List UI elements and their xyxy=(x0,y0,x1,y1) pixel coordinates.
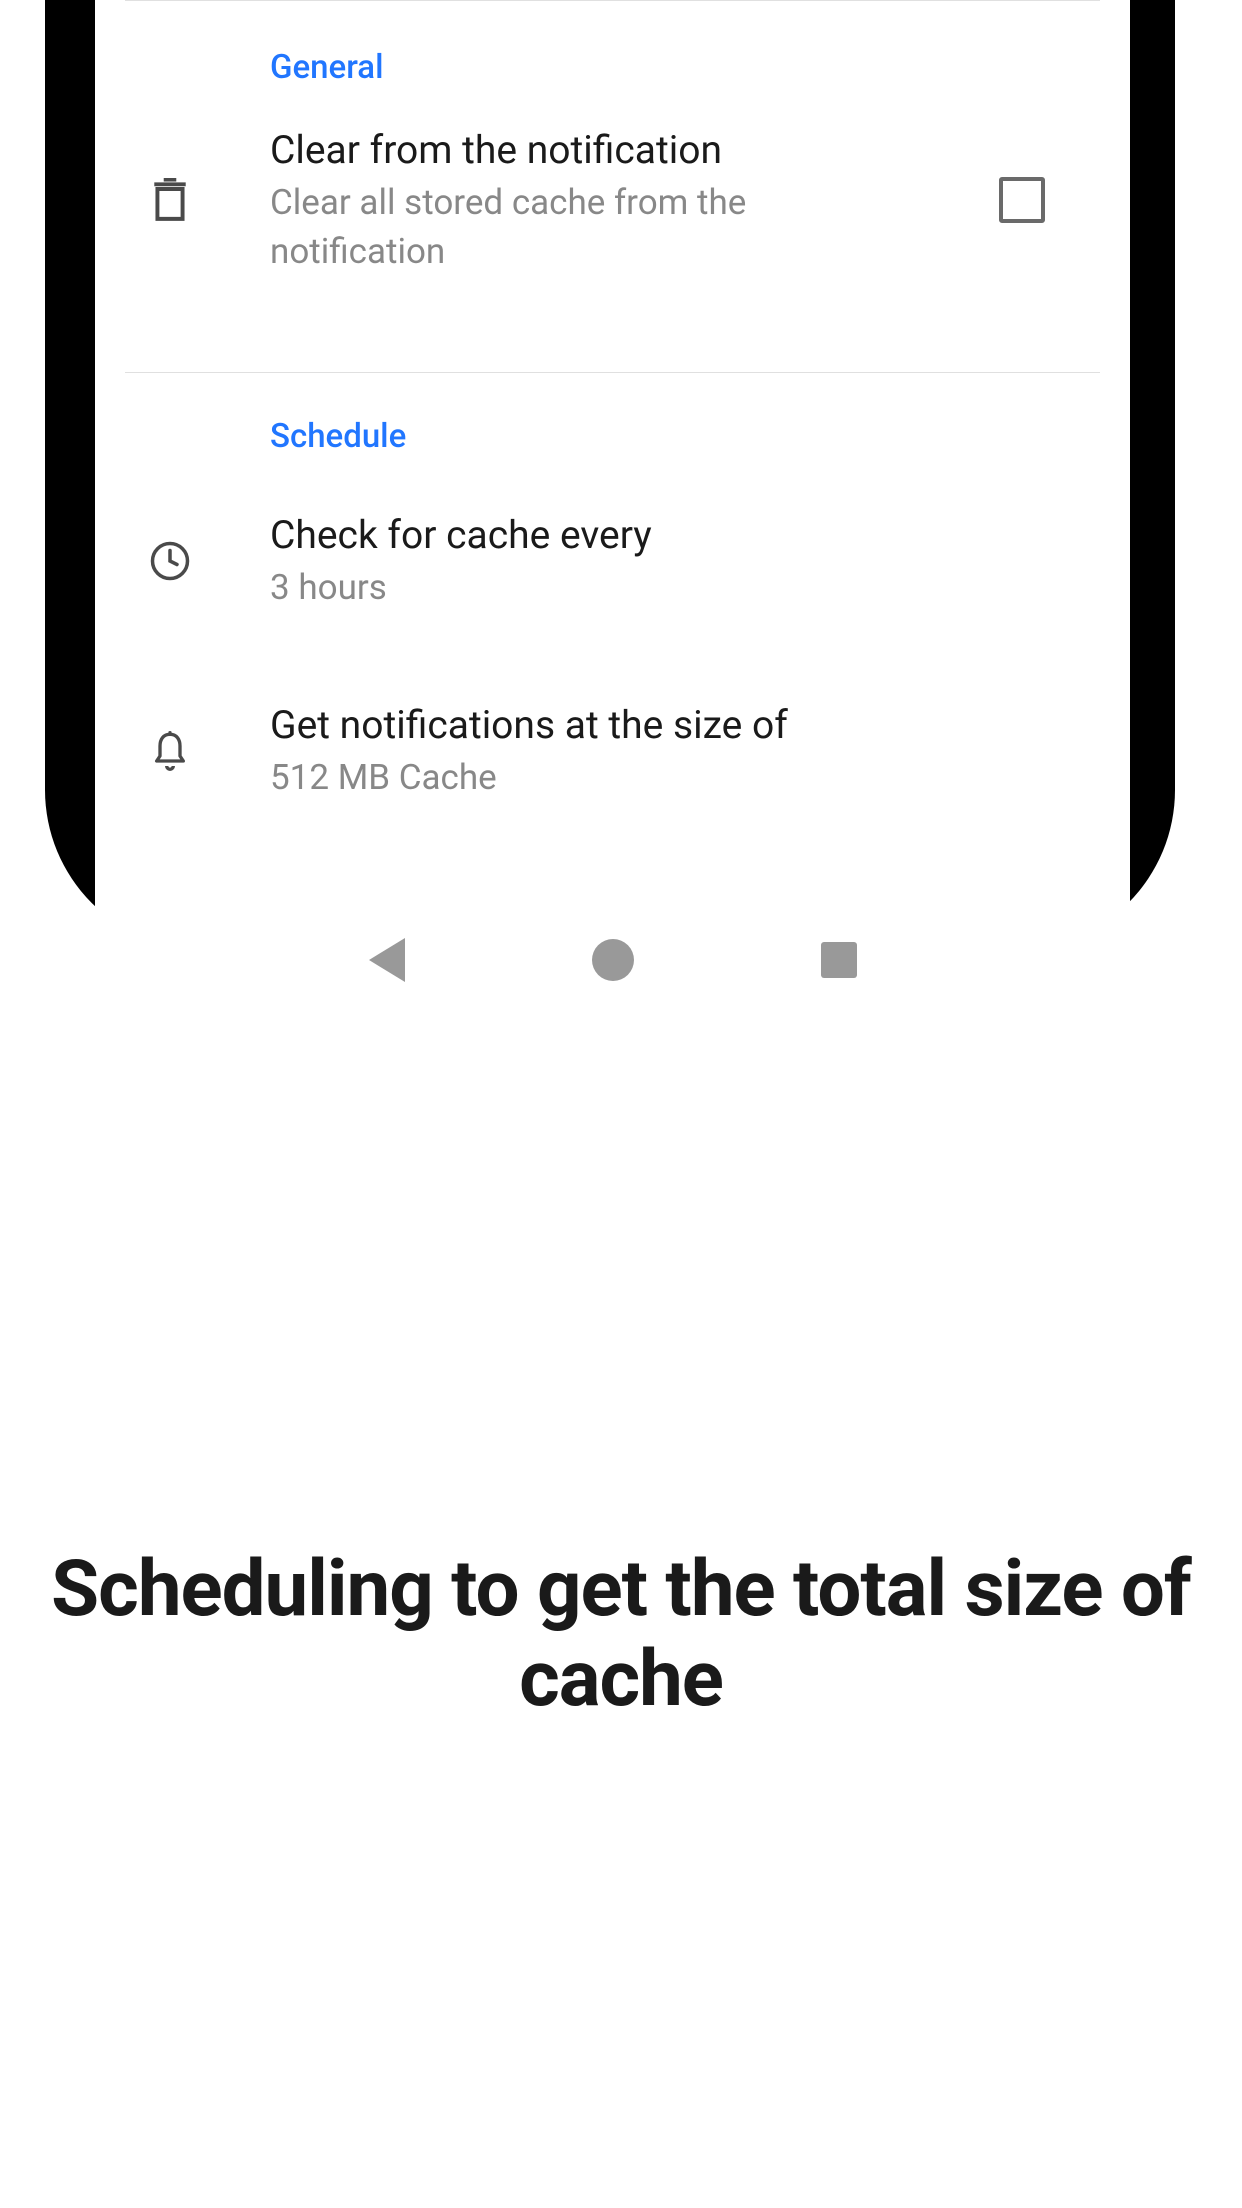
checkbox-clear-notification[interactable] xyxy=(999,177,1045,223)
setting-subtitle: Clear all stored cache from the notifica… xyxy=(270,178,770,276)
setting-check-cache[interactable]: Check for cache every 3 hours xyxy=(145,510,1085,612)
navigation-bar xyxy=(95,920,1130,1000)
nav-home-button[interactable] xyxy=(592,939,634,981)
setting-clear-notification[interactable]: Clear from the notification Clear all st… xyxy=(145,125,1085,276)
divider xyxy=(125,0,1100,1)
section-header-schedule: Schedule xyxy=(270,417,406,456)
trash-icon xyxy=(145,175,195,225)
promo-headline: Scheduling to get the total size of cach… xyxy=(0,1545,1242,1724)
clock-icon xyxy=(145,536,195,586)
phone-screen: General Clear from the notification Clea… xyxy=(95,0,1130,1025)
section-header-general: General xyxy=(270,48,383,87)
setting-title: Clear from the notification xyxy=(270,125,999,176)
nav-recent-button[interactable] xyxy=(821,942,857,978)
setting-subtitle: 512 MB Cache xyxy=(270,753,1085,802)
nav-back-button[interactable] xyxy=(369,938,405,982)
setting-subtitle: 3 hours xyxy=(270,563,1085,612)
setting-title: Check for cache every xyxy=(270,510,1085,561)
divider xyxy=(125,372,1100,373)
setting-title: Get notifications at the size of xyxy=(270,700,1085,751)
bell-icon xyxy=(145,726,195,776)
setting-notification-size[interactable]: Get notifications at the size of 512 MB … xyxy=(145,700,1085,802)
